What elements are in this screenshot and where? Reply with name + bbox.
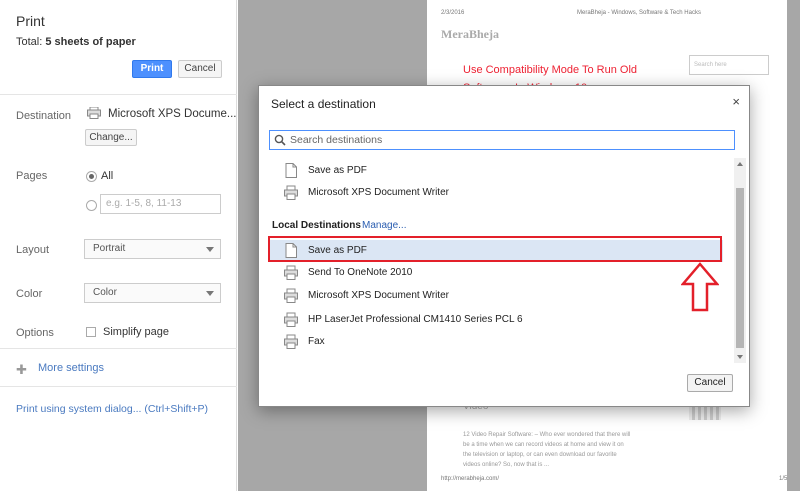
preview-article-title-1: Use Compatibility Mode To Run Old bbox=[463, 64, 638, 76]
destination-list-scrollbar[interactable] bbox=[734, 158, 746, 363]
plus-icon[interactable]: ✚ bbox=[16, 362, 27, 378]
destination-label: Send To OneNote 2010 bbox=[308, 267, 413, 278]
scrollbar-thumb[interactable] bbox=[736, 188, 744, 348]
document-icon bbox=[285, 163, 297, 178]
destination-item-fax[interactable]: Fax bbox=[269, 331, 723, 353]
printer-icon bbox=[284, 265, 298, 280]
manage-link[interactable]: Manage... bbox=[362, 220, 406, 231]
destination-item-xps[interactable]: Microsoft XPS Document Writer bbox=[269, 285, 723, 307]
search-icon bbox=[274, 134, 286, 146]
up-arrow-icon bbox=[681, 262, 719, 312]
close-icon[interactable]: × bbox=[732, 94, 740, 109]
preview-date: 2/3/2016 bbox=[441, 10, 465, 16]
pages-custom-radio[interactable] bbox=[86, 200, 97, 211]
preview-page-number: 1/5 bbox=[779, 476, 788, 482]
destination-label: Microsoft XPS Document Writer bbox=[308, 187, 449, 198]
divider bbox=[0, 348, 237, 349]
divider bbox=[0, 386, 237, 387]
preview-search-box: Search here bbox=[689, 55, 769, 75]
color-value: Color bbox=[93, 287, 117, 298]
highlight-box bbox=[268, 236, 722, 262]
layout-select[interactable]: Portrait bbox=[84, 239, 221, 259]
local-destinations-heading: Local Destinations bbox=[272, 220, 361, 231]
pages-all-label: All bbox=[101, 170, 114, 182]
dialog-cancel-button[interactable]: Cancel bbox=[687, 374, 733, 392]
destination-item-hp-laserjet[interactable]: HP LaserJet Professional CM1410 Series P… bbox=[269, 309, 723, 331]
options-label: Options bbox=[16, 327, 54, 339]
printer-icon bbox=[284, 185, 298, 200]
simplify-page-checkbox[interactable] bbox=[86, 327, 96, 337]
destination-item-onenote[interactable]: Send To OneNote 2010 bbox=[269, 262, 723, 284]
system-dialog-link[interactable]: Print using system dialog... (Ctrl+Shift… bbox=[16, 403, 208, 415]
preview-footer-url: http://merabheja.com/ bbox=[441, 476, 500, 482]
printer-icon bbox=[87, 107, 101, 119]
preview-excerpt: videos online? So, now that is ... bbox=[463, 462, 550, 468]
destination-label: Destination bbox=[16, 110, 72, 122]
scroll-down-icon[interactable] bbox=[737, 355, 743, 359]
printer-icon bbox=[284, 334, 298, 349]
search-destinations-input[interactable]: Search destinations bbox=[269, 130, 735, 150]
simplify-page-label: Simplify page bbox=[103, 326, 170, 338]
print-button[interactable]: Print bbox=[132, 60, 172, 78]
layout-value: Portrait bbox=[93, 243, 126, 254]
divider bbox=[0, 94, 237, 95]
chevron-down-icon bbox=[206, 247, 214, 252]
cancel-print-button[interactable]: Cancel bbox=[178, 60, 222, 78]
preview-excerpt: be a time when we can record videos at h… bbox=[463, 442, 624, 448]
destination-label: Save as PDF bbox=[308, 165, 367, 176]
total-sheets: Total: 5 sheets of paper bbox=[16, 36, 136, 48]
pages-range-input[interactable]: e.g. 1-5, 8, 11-13 bbox=[100, 194, 221, 214]
preview-site-name: MeraBheja bbox=[441, 27, 499, 41]
scroll-up-icon[interactable] bbox=[737, 162, 743, 166]
print-title: Print bbox=[16, 13, 45, 29]
layout-label: Layout bbox=[16, 244, 50, 256]
color-select[interactable]: Color bbox=[84, 283, 221, 303]
dialog-title: Select a destination bbox=[271, 97, 376, 111]
destination-label: Fax bbox=[308, 336, 325, 347]
destination-label: HP LaserJet Professional CM1410 Series P… bbox=[308, 314, 523, 325]
destination-value: Microsoft XPS Docume... bbox=[108, 108, 237, 120]
destination-item-save-as-pdf-recent[interactable]: Save as PDF bbox=[269, 160, 723, 182]
more-settings-link[interactable]: More settings bbox=[38, 362, 104, 374]
preview-header: MeraBheja - Windows, Software & Tech Hac… bbox=[577, 10, 701, 16]
pages-all-radio[interactable] bbox=[86, 171, 97, 182]
destination-item-xps-recent[interactable]: Microsoft XPS Document Writer bbox=[269, 182, 723, 204]
print-settings-panel: Print Total: 5 sheets of paper Print Can… bbox=[0, 0, 237, 491]
pages-label: Pages bbox=[16, 170, 48, 182]
chevron-down-icon bbox=[206, 291, 214, 296]
total-prefix: Total: bbox=[16, 36, 46, 48]
change-destination-button[interactable]: Change... bbox=[85, 129, 137, 146]
search-placeholder: Search destinations bbox=[290, 134, 383, 146]
preview-excerpt: 12 Video Repair Software: – Who ever won… bbox=[463, 432, 631, 438]
preview-excerpt: the television or laptop, or can even do… bbox=[463, 452, 617, 458]
printer-icon bbox=[284, 312, 298, 327]
destination-label: Microsoft XPS Document Writer bbox=[308, 290, 449, 301]
printer-icon bbox=[284, 288, 298, 303]
total-value: 5 sheets of paper bbox=[45, 36, 136, 48]
color-label: Color bbox=[16, 288, 43, 300]
